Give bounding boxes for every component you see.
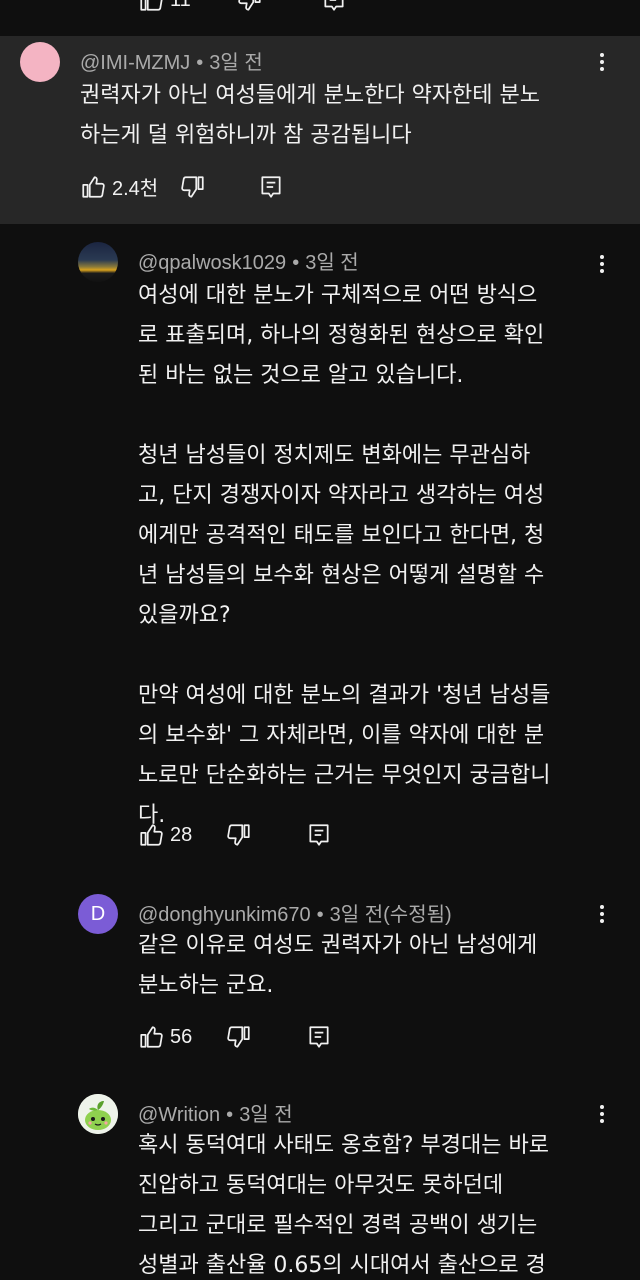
like-button[interactable]: 56 — [138, 1024, 192, 1050]
dislike-icon — [226, 822, 252, 848]
reply-button[interactable] — [306, 822, 332, 848]
like-icon — [138, 0, 164, 13]
top-dislike-button[interactable] — [237, 0, 263, 13]
like-icon — [80, 174, 106, 200]
comment-highlighted: @IMI-MZMJ • 3일 전 권력자가 아닌 여성들에게 분노한다 약자한테 분… — [0, 36, 640, 224]
reply-button[interactable] — [258, 174, 284, 200]
comment-action-bar: 28 — [138, 822, 332, 848]
dislike-button[interactable] — [180, 174, 206, 200]
more-vert-icon[interactable] — [590, 252, 614, 276]
avatar[interactable] — [78, 1094, 118, 1134]
mascot-avatar-image — [78, 1094, 118, 1134]
comment-text: 권력자가 아닌 여성들에게 분노한다 약자한테 분노 하는게 덜 위험하니까 참… — [80, 83, 541, 148]
avatar[interactable] — [20, 42, 60, 82]
comment-action-bar: 2.4천 — [80, 172, 284, 201]
reply-icon — [306, 822, 332, 848]
more-vert-icon[interactable] — [590, 50, 614, 74]
comment-time: 3일 전 — [209, 52, 263, 74]
comment-author[interactable]: @IMI-MZMJ — [80, 52, 190, 74]
like-count: 56 — [170, 1025, 193, 1048]
comment-meta: @qpalwosk1029 • 3일 전 — [138, 252, 359, 274]
dislike-icon — [226, 1024, 252, 1050]
top-action-bar: 11 — [138, 0, 347, 13]
like-button[interactable]: 2.4천 — [80, 172, 158, 201]
reply-button[interactable] — [306, 1024, 332, 1050]
comment-time: 3일 전(수정됨) — [329, 904, 452, 926]
top-like-count: 11 — [170, 0, 191, 12]
comment-author[interactable]: @qpalwosk1029 — [138, 252, 286, 274]
comment-meta: @donghyunkim670 • 3일 전(수정됨) — [138, 904, 452, 926]
like-count: 2.4천 — [112, 178, 159, 200]
like-icon — [138, 1024, 164, 1050]
avatar[interactable]: D — [78, 894, 118, 934]
previous-comment-actions: 11 — [0, 0, 640, 24]
comment-text: 같은 이유로 여성도 권력자가 아닌 남성에게 분노하는 군요. — [138, 933, 538, 998]
like-icon — [138, 822, 164, 848]
avatar[interactable] — [78, 242, 118, 282]
comment-text: 여성에 대한 분노가 구체적으로 어떤 방식으 로 표출되며, 하나의 정형화된… — [138, 283, 551, 828]
comment: @qpalwosk1029 • 3일 전 여성에 대한 분노가 구체적으로 어떤 방… — [0, 224, 640, 874]
like-count: 28 — [170, 823, 193, 846]
comment-text: 혹시 동덕여대 사태도 옹호함? 부경대는 바로 진압하고 동덕여대는 아무것도… — [138, 1133, 549, 1278]
dislike-button[interactable] — [226, 822, 252, 848]
more-vert-icon[interactable] — [590, 1102, 614, 1126]
dislike-icon — [237, 0, 263, 13]
comment-meta: @IMI-MZMJ • 3일 전 — [80, 52, 263, 74]
more-vert-icon[interactable] — [590, 902, 614, 926]
comment-author[interactable]: @Writion — [138, 1104, 220, 1126]
comment-action-bar: 56 — [138, 1024, 332, 1050]
reply-icon — [306, 1024, 332, 1050]
reply-icon — [321, 0, 347, 13]
comment-author[interactable]: @donghyunkim670 — [138, 904, 311, 926]
comment: @Writion • 3일 전 혹시 동덕여대 사태도 옹호함? 부경대는 바로 진… — [0, 1080, 640, 1280]
comment: D @donghyunkim670 • 3일 전(수정됨) 같은 이유로 여성도 권… — [0, 880, 640, 1080]
dislike-button[interactable] — [226, 1024, 252, 1050]
comment-meta: @Writion • 3일 전 — [138, 1104, 293, 1126]
comment-time: 3일 전 — [239, 1104, 293, 1126]
dislike-icon — [180, 174, 206, 200]
like-button[interactable]: 28 — [138, 822, 192, 848]
comment-time: 3일 전 — [305, 252, 359, 274]
top-reply-button[interactable] — [321, 0, 347, 13]
top-like-button[interactable]: 11 — [138, 0, 191, 13]
reply-icon — [258, 174, 284, 200]
